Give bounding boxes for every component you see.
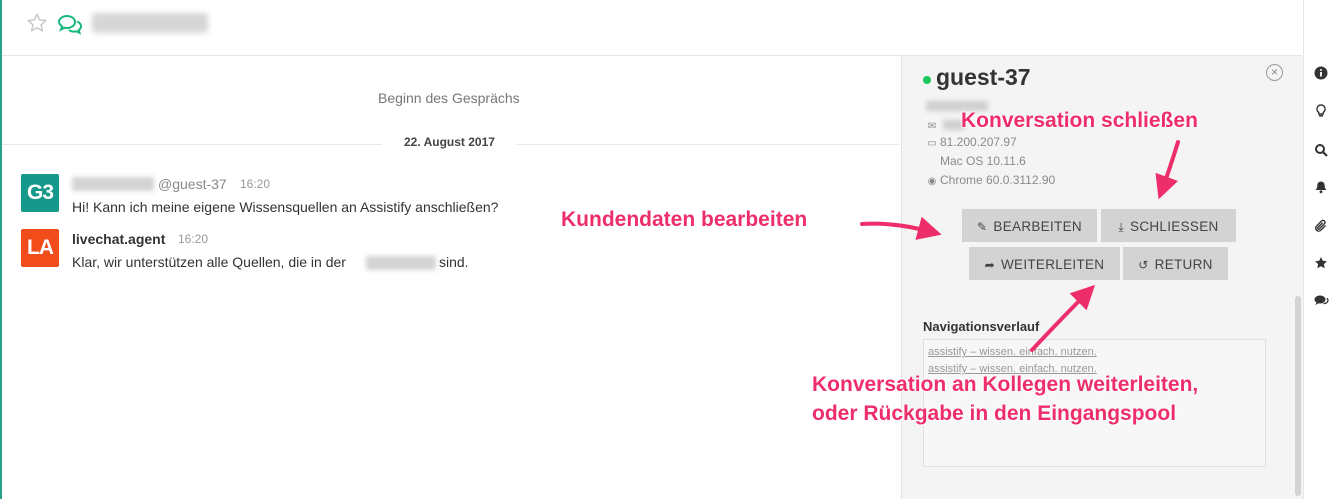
- visitor-os: Mac OS 10.11.6: [940, 154, 1026, 168]
- chrome-icon: ◉: [927, 176, 937, 187]
- date-divider: 22. August 2017: [382, 135, 517, 149]
- close-conversation-button[interactable]: ⤓ SCHLIESSEN: [1101, 209, 1236, 242]
- info-icon[interactable]: [1312, 66, 1330, 84]
- message-username[interactable]: livechat.agent: [72, 231, 165, 247]
- annotation-close-conversation: Konversation schließen: [961, 109, 1198, 132]
- navigation-history-label: Navigationsverlauf: [923, 319, 1040, 334]
- close-panel-icon[interactable]: ×: [1266, 64, 1283, 81]
- conversation-start-label: Beginn des Gesprächs: [378, 90, 520, 106]
- edit-icon: ✎: [977, 220, 988, 234]
- edit-button[interactable]: ✎ BEARBEITEN: [962, 209, 1097, 242]
- avatar[interactable]: LA: [21, 229, 59, 267]
- bell-icon[interactable]: [1312, 180, 1330, 198]
- paperclip-icon[interactable]: [1312, 219, 1330, 237]
- return-button[interactable]: ↺ RETURN: [1123, 247, 1228, 280]
- search-icon[interactable]: [1312, 143, 1330, 161]
- laptop-icon: ▭: [927, 138, 937, 149]
- visitor-email-row: ✉: [926, 118, 966, 132]
- chat-bubbles-icon: [58, 14, 82, 35]
- online-status-dot: [923, 76, 931, 84]
- visitor-browser-row: ◉ Chrome 60.0.3112.90: [926, 173, 1056, 187]
- share-arrow-icon: ➦: [984, 258, 995, 272]
- annotation-edit-customer: Kundendaten bearbeiten: [561, 208, 808, 231]
- forward-button[interactable]: ➦ WEITERLEITEN: [969, 247, 1120, 280]
- chat-icon[interactable]: [1312, 294, 1330, 312]
- left-accent-border: [0, 0, 2, 499]
- visitor-name: guest-37: [936, 64, 1031, 90]
- annotation-forward-line2: oder Rückgabe in den Eingangspool: [812, 402, 1177, 425]
- message-time: 16:20: [178, 232, 209, 246]
- lightbulb-icon[interactable]: [1312, 104, 1330, 122]
- annotation-forward: Konversation an Kollegen weiterleiten, o…: [812, 370, 1198, 428]
- redacted-link: [366, 256, 436, 270]
- message-text: Hi! Kann ich meine eigene Wissensquellen…: [72, 199, 499, 215]
- message-text-end: sind.: [439, 254, 469, 270]
- nav-history-link[interactable]: assistify – wissen. einfach. nutzen.: [928, 346, 1097, 358]
- message-text: Klar, wir unterstützen alle Quellen, die…: [72, 254, 346, 270]
- visitor-ip: 81.200.207.97: [940, 135, 1017, 149]
- guest-name-redacted: [72, 177, 154, 191]
- download-icon: ⤓: [1118, 220, 1125, 234]
- visitor-ip-row: ▭ 81.200.207.97: [926, 135, 1017, 149]
- envelope-icon: ✉: [927, 121, 937, 132]
- undo-icon: ↺: [1138, 258, 1149, 272]
- room-title-redacted: [92, 13, 208, 33]
- visitor-os-row: Mac OS 10.11.6: [926, 154, 1026, 168]
- message-username[interactable]: @guest-37: [158, 176, 227, 192]
- panel-scrollbar[interactable]: [1294, 56, 1302, 499]
- annotation-forward-line1: Konversation an Kollegen weiterleiten,: [812, 373, 1199, 396]
- star-icon[interactable]: [1312, 256, 1330, 274]
- message-time: 16:20: [240, 177, 271, 191]
- star-outline-icon[interactable]: [26, 12, 48, 34]
- visitor-browser: Chrome 60.0.3112.90: [940, 173, 1056, 187]
- avatar[interactable]: G3: [21, 174, 59, 212]
- room-header: [2, 0, 1302, 56]
